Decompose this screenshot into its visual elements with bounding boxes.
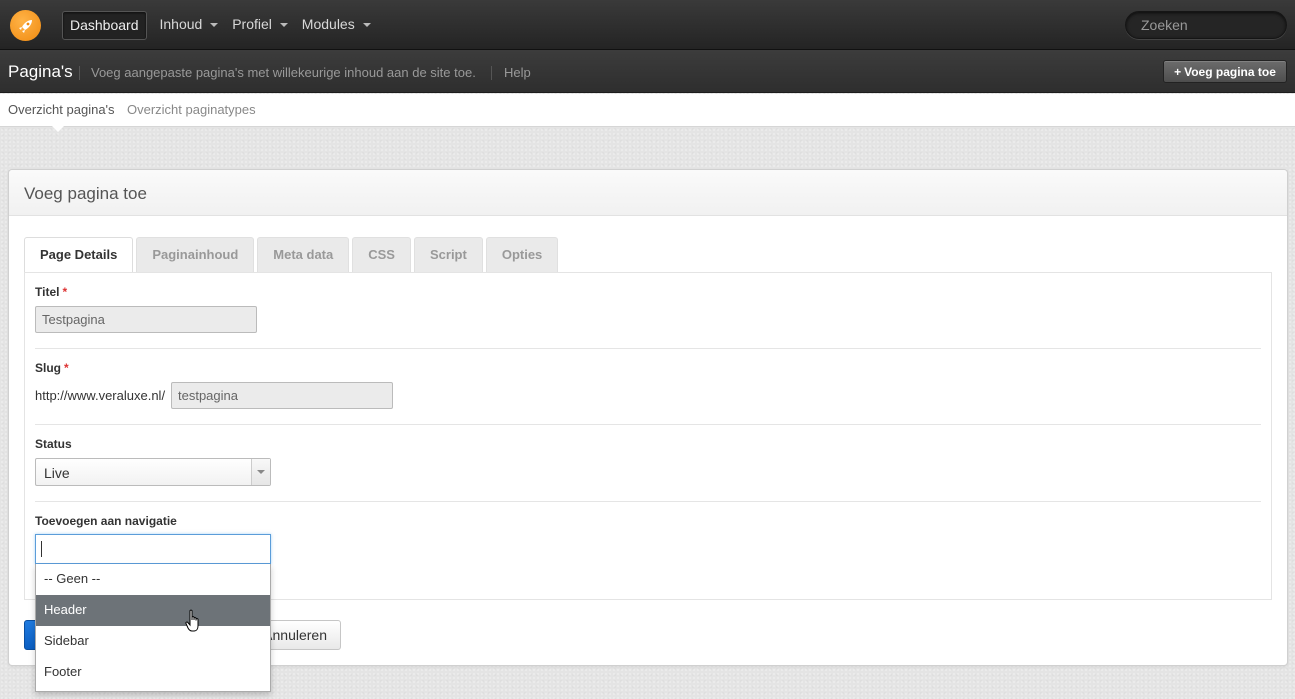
page-description: Voeg aangepaste pagina's met willekeurig… <box>91 65 476 80</box>
select-arrow <box>251 459 270 485</box>
add-page-button[interactable]: + Voeg pagina toe <box>1163 60 1287 83</box>
search-input[interactable] <box>1125 11 1287 39</box>
dropdown-option-header[interactable]: Header <box>36 595 270 626</box>
chevron-down-icon <box>362 23 371 28</box>
header-divider <box>79 66 80 80</box>
page-header-bar: Pagina's Voeg aangepaste pagina's met wi… <box>0 50 1295 93</box>
dropdown-option-sidebar[interactable]: Sidebar <box>36 626 270 657</box>
add-page-button-label: Voeg pagina toe <box>1184 64 1276 79</box>
tab-meta-data[interactable]: Meta data <box>257 237 350 273</box>
navigation-label: Toevoegen aan navigatie <box>35 514 177 528</box>
title-label: Titel * <box>35 285 67 299</box>
field-divider <box>35 501 1261 502</box>
active-indicator-arrow <box>52 126 64 132</box>
navigation-search-input[interactable] <box>35 534 271 564</box>
nav-dashboard[interactable]: Dashboard <box>62 11 147 40</box>
tab-paginainhoud[interactable]: Paginainhoud <box>136 237 255 273</box>
nav-profiel[interactable]: Profiel <box>225 11 295 40</box>
subnav-overzicht-paginas[interactable]: Overzicht pagina's <box>8 102 115 117</box>
status-label: Status <box>35 437 72 451</box>
hand-pointer-icon <box>185 609 203 638</box>
nav-inhoud[interactable]: Inhoud <box>153 11 226 40</box>
nav-modules-label: Modules <box>301 16 355 32</box>
panel-title: Voeg pagina toe <box>24 184 147 203</box>
slug-label-text: Slug <box>35 361 61 375</box>
tab-script[interactable]: Script <box>413 237 483 273</box>
title-field[interactable] <box>35 306 257 333</box>
slug-label: Slug * <box>35 361 69 375</box>
tab-css[interactable]: CSS <box>352 237 411 273</box>
nav-profiel-label: Profiel <box>232 16 272 32</box>
chevron-down-icon <box>279 23 288 28</box>
slug-field[interactable] <box>171 382 393 409</box>
plus-icon: + <box>1174 64 1182 79</box>
rocket-icon[interactable] <box>10 10 41 41</box>
navigation-dropdown: -- Geen -- Header Sidebar Footer <box>35 564 271 692</box>
subnav-overzicht-paginatypes[interactable]: Overzicht paginatypes <box>127 102 256 117</box>
panel-header: Voeg pagina toe <box>9 170 1287 216</box>
main-nav: Dashboard Inhoud Profiel Modules <box>62 11 378 40</box>
nav-inhoud-label: Inhoud <box>159 16 203 32</box>
nav-modules[interactable]: Modules <box>295 11 378 40</box>
top-navbar: Dashboard Inhoud Profiel Modules <box>0 0 1295 50</box>
field-divider <box>35 424 1261 425</box>
nav-dashboard-label: Dashboard <box>70 17 139 33</box>
help-link[interactable]: Help <box>504 65 531 80</box>
slug-prefix: http://www.veraluxe.nl/ <box>35 388 166 403</box>
form-tabs: Page Details Paginainhoud Meta data CSS … <box>24 237 561 274</box>
chevron-down-icon <box>210 23 219 28</box>
dropdown-option-footer[interactable]: Footer <box>36 657 270 688</box>
tab-page-details[interactable]: Page Details <box>24 237 134 274</box>
page-title: Pagina's <box>8 62 73 81</box>
rocket-icon-svg <box>18 19 32 33</box>
required-mark: * <box>64 361 69 375</box>
title-label-text: Titel <box>35 285 60 299</box>
status-select-value: Live <box>44 465 70 481</box>
sub-navigation: Overzicht pagina's Overzicht paginatypes <box>0 94 1295 127</box>
status-select[interactable]: Live <box>35 458 271 486</box>
header-divider <box>491 66 492 80</box>
chevron-down-icon <box>257 470 265 474</box>
field-divider <box>35 348 1261 349</box>
dropdown-option-geen[interactable]: -- Geen -- <box>36 564 270 595</box>
required-mark: * <box>62 285 68 299</box>
tab-opties[interactable]: Opties <box>485 237 559 273</box>
text-caret <box>41 541 42 557</box>
